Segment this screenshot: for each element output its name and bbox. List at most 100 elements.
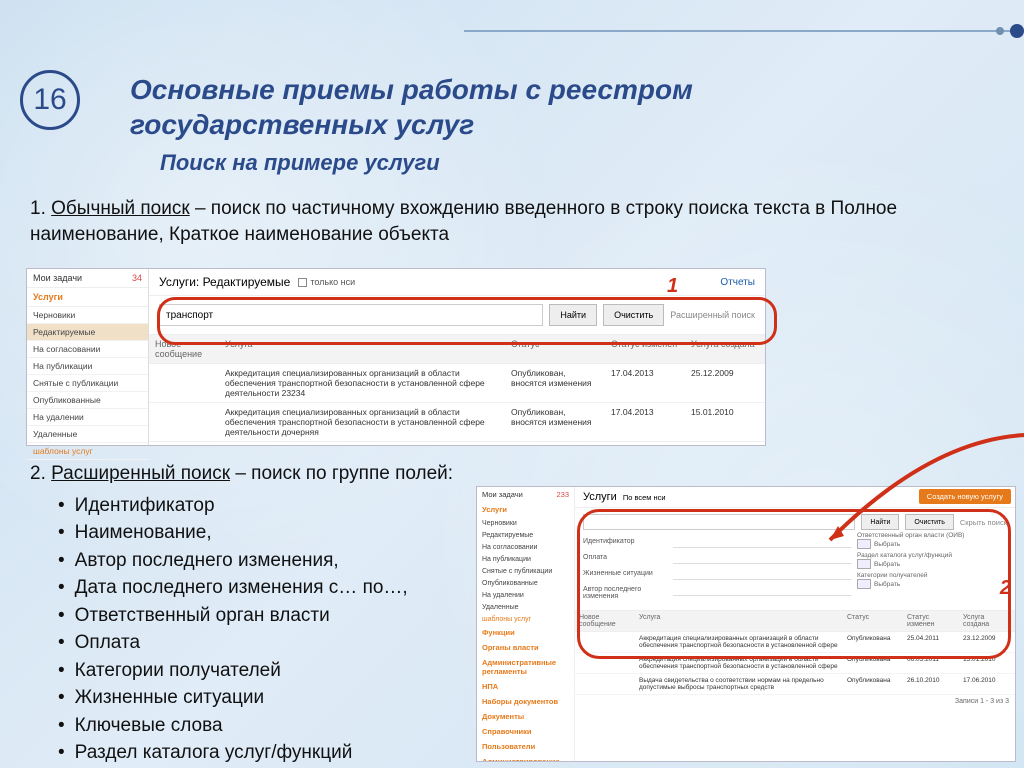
table-row[interactable]: Аккредитация специализированных организа… [575, 653, 1015, 674]
cell-d1: 06.05.2011 [903, 653, 959, 673]
col-status: Статус [843, 611, 903, 631]
create-service-button[interactable]: Создать новую услугу [919, 489, 1011, 504]
col-newmsg: Новое сообщение [149, 335, 219, 363]
sidebar-item[interactable]: Черновики [27, 307, 148, 324]
cell-service: Аккредитация специализированных организа… [635, 632, 843, 652]
form-right-label: Категории получателей [857, 572, 1007, 579]
bullet-item: Раздел каталога услуг/функций [58, 739, 490, 767]
reports-link[interactable]: Отчеты [720, 277, 755, 288]
sidebar-item[interactable]: Снятые с публикации [27, 375, 148, 392]
shot1-panel-title: Услуги: Редактируемые [159, 275, 290, 289]
select-icon[interactable] [857, 559, 871, 569]
shot2-side-group[interactable]: Органы власти [477, 640, 574, 655]
shot2-side-group[interactable]: Функции [477, 625, 574, 640]
table-row[interactable]: Выдача свидетельства о соответствии норм… [575, 674, 1015, 695]
sidebar-item[interactable]: Редактируемые [27, 324, 148, 341]
only-nsi-checkbox[interactable]: По всем нси [623, 493, 666, 502]
table-row[interactable]: Аккредитация специализированных организа… [149, 364, 765, 403]
sidebar-item[interactable]: На удалении [477, 589, 574, 601]
sidebar-item[interactable]: На публикации [477, 553, 574, 565]
find-button[interactable]: Найти [861, 514, 899, 530]
cell-d1: 17.04.2013 [605, 364, 685, 402]
col-service: Услуга [635, 611, 843, 631]
form-label: Идентификатор [583, 536, 673, 548]
bullet-item: Автор последнего изменения, [58, 547, 490, 575]
section-2-bullets: Идентификатор Наименование, Автор послед… [58, 492, 490, 767]
table-row[interactable]: Аккредитация специализированных организа… [575, 632, 1015, 653]
form-label: Оплата [583, 552, 673, 564]
shot2-side-group[interactable]: Административные регламенты [477, 655, 574, 679]
sidebar-item[interactable]: Опубликованные [27, 392, 148, 409]
only-nsi-checkbox[interactable]: только нси [298, 277, 355, 287]
checkbox-icon [298, 278, 307, 287]
sidebar-item[interactable]: Удаленные [27, 426, 148, 443]
bullet-item: Наименование, [58, 519, 490, 547]
bullet-item: Категории получателей [58, 657, 490, 685]
section-2-heading: Расширенный поиск [51, 463, 230, 484]
sidebar-templates[interactable]: шаблоны услуг [477, 613, 574, 625]
shot1-side-section: Услуги [27, 288, 148, 307]
bullet-item: Оплата [58, 629, 490, 657]
page-number: 16 [33, 83, 66, 117]
sidebar-item[interactable]: Удаленные [477, 601, 574, 613]
section-2-text: 2. Расширенный поиск – поиск по группе п… [30, 460, 490, 767]
bullet-item: Ответственный орган власти [58, 602, 490, 630]
sidebar-item[interactable]: На публикации [27, 358, 148, 375]
only-nsi-label: По всем нси [623, 493, 666, 502]
clear-button[interactable]: Очистить [603, 304, 664, 326]
bullet-item: Жизненные ситуации [58, 684, 490, 712]
form-input[interactable] [673, 536, 851, 548]
shot2-side-group[interactable]: Документы [477, 709, 574, 724]
shot2-side-group[interactable]: Пользователи [477, 739, 574, 754]
clear-button[interactable]: Очистить [905, 514, 953, 530]
shot2-side-group[interactable]: НПА [477, 679, 574, 694]
cell-service: Выдача свидетельства о соответствии норм… [635, 674, 843, 694]
sidebar-templates[interactable]: шаблоны услуг [27, 443, 148, 460]
form-input[interactable] [673, 552, 851, 564]
col-changed: Статус изменен [903, 611, 959, 631]
decorative-line [464, 30, 1024, 32]
sidebar-item[interactable]: Редактируемые [477, 529, 574, 541]
find-button[interactable]: Найти [549, 304, 597, 326]
cell-status: Опубликована [843, 632, 903, 652]
hide-search-link[interactable]: Скрыть поиск [960, 518, 1007, 527]
shot1-table-header: Новое сообщение Услуга Статус Статус изм… [149, 334, 765, 364]
screenshot-simple-search: Мои задачи34 Услуги Черновики Редактируе… [26, 268, 766, 446]
select-label: Выбрать [874, 581, 900, 588]
cell-service: Аккредитация специализированных организа… [219, 364, 505, 402]
section-1-heading: Обычный поиск [51, 198, 190, 219]
form-right-label: Раздел каталога услуг/функций [857, 552, 1007, 559]
bullet-item: Идентификатор [58, 492, 490, 520]
sidebar-item[interactable]: Черновики [477, 517, 574, 529]
table-row[interactable]: Аккредитация специализированных организа… [149, 403, 765, 442]
cell-status: Опубликован, вносятся изменения [505, 403, 605, 441]
sidebar-item[interactable]: На согласовании [477, 541, 574, 553]
shot2-side-group[interactable]: Наборы документов [477, 694, 574, 709]
cell-status: Опубликована [843, 674, 903, 694]
shot2-side-group[interactable]: Администрирование [477, 754, 574, 762]
shot1-side-header: Мои задачи [33, 273, 82, 283]
sidebar-item[interactable]: На удалении [27, 409, 148, 426]
cell-service: Аккредитация специализированных организа… [635, 653, 843, 673]
sidebar-item[interactable]: Снятые с публикации [477, 565, 574, 577]
select-icon[interactable] [857, 579, 871, 589]
select-icon[interactable] [857, 539, 871, 549]
sidebar-item[interactable]: На согласовании [27, 341, 148, 358]
select-label: Выбрать [874, 561, 900, 568]
shot2-main: Услуги По всем нси Отчеты Создать новую … [575, 487, 1015, 708]
extended-search-link[interactable]: Расширенный поиск [670, 310, 755, 320]
search-input[interactable] [583, 514, 855, 530]
bullet-item: Ключевые слова [58, 712, 490, 740]
shot2-table-header: Новое сообщение Услуга Статус Статус изм… [575, 610, 1015, 632]
shot2-side-group[interactable]: Справочники [477, 724, 574, 739]
cell-status: Опубликована [843, 653, 903, 673]
form-input[interactable] [673, 568, 851, 580]
bullet-item: Дата последнего изменения с… по…, [58, 574, 490, 602]
sidebar-item[interactable]: Опубликованные [477, 577, 574, 589]
form-label: Автор последнего изменения [583, 584, 673, 600]
form-input[interactable] [673, 584, 851, 596]
shot2-side-count: 233 [556, 490, 569, 499]
cell-d1: 17.04.2013 [605, 403, 685, 441]
callout-1: 1 [667, 275, 678, 298]
search-input[interactable] [159, 304, 543, 326]
